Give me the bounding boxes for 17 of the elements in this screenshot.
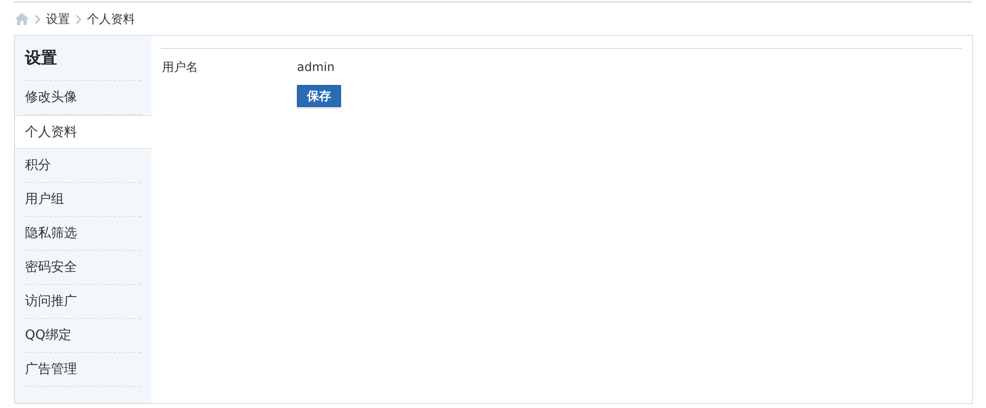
field-value: admin: [297, 60, 335, 74]
sidebar-item[interactable]: 访问推广: [25, 285, 141, 319]
sidebar-title: 设置: [25, 36, 141, 81]
sidebar-item[interactable]: 积分: [25, 149, 141, 183]
breadcrumb-link[interactable]: 个人资料: [87, 10, 135, 28]
home-icon[interactable]: [15, 13, 29, 25]
sidebar-item[interactable]: QQ绑定: [25, 319, 141, 353]
sidebar-item[interactable]: 密码安全: [25, 251, 141, 285]
save-button[interactable]: 保存: [297, 85, 341, 107]
chevron-icon: [76, 14, 81, 24]
sidebar-item[interactable]: 用户组: [25, 183, 141, 217]
sidebar-item[interactable]: 隐私筛选: [25, 217, 141, 251]
field-label: 用户名: [161, 58, 199, 76]
sidebar-item[interactable]: 广告管理: [25, 353, 141, 387]
breadcrumb-link[interactable]: 设置: [46, 10, 70, 28]
chevron-icon: [35, 14, 40, 24]
sidebar-item[interactable]: 个人资料: [15, 115, 152, 149]
